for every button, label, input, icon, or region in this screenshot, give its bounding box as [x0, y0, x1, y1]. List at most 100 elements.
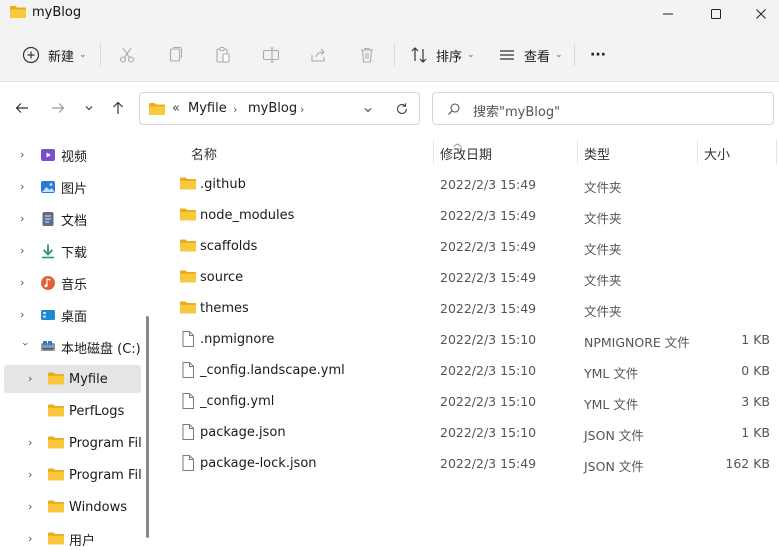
- folder-icon: [180, 239, 196, 252]
- breadcrumb-separator-icon[interactable]: ›: [233, 103, 237, 116]
- rename-icon: [262, 47, 280, 63]
- arrow-left-icon: [15, 103, 28, 113]
- share-button[interactable]: [308, 40, 330, 70]
- column-resize-handle[interactable]: [577, 140, 578, 164]
- file-row[interactable]: .npmignore 2022/2/3 15:10 NPMIGNORE 文件 1 KB: [170, 324, 779, 355]
- refresh-icon[interactable]: [395, 102, 409, 116]
- sidebar-item-label: 桌面: [61, 309, 88, 325]
- arrow-right-icon: [52, 103, 65, 113]
- folder-icon: [149, 103, 165, 115]
- chevron-right-icon[interactable]: ›: [20, 181, 30, 192]
- sidebar-item-desktop[interactable]: › 桌面: [4, 301, 141, 329]
- sidebar-item-videos[interactable]: › 视频: [4, 141, 141, 169]
- folder-icon: [180, 208, 196, 221]
- file-name: package.json: [200, 425, 286, 440]
- forward-button[interactable]: [46, 96, 70, 120]
- sidebar-item-label: 视频: [61, 149, 88, 165]
- sidebar-item-documents[interactable]: › 文档: [4, 205, 141, 233]
- file-row[interactable]: scaffolds 2022/2/3 15:49 文件夹: [170, 231, 779, 262]
- column-header-name[interactable]: 名称: [191, 144, 217, 163]
- file-name: .npmignore: [200, 332, 275, 347]
- chevron-right-icon[interactable]: ›: [28, 373, 38, 384]
- chevron-right-icon[interactable]: ›: [20, 245, 30, 256]
- close-button[interactable]: [738, 0, 779, 28]
- copy-button[interactable]: [164, 40, 186, 70]
- chevron-right-icon[interactable]: ›: [28, 533, 38, 544]
- file-row[interactable]: .github 2022/2/3 15:49 文件夹: [170, 169, 779, 200]
- file-row[interactable]: themes 2022/2/3 15:49 文件夹: [170, 293, 779, 324]
- column-header-date[interactable]: 修改日期: [440, 144, 492, 163]
- sidebar-item-program-files[interactable]: › Program Files: [4, 429, 141, 457]
- nav-pane-scrollbar[interactable]: [146, 316, 149, 538]
- view-button[interactable]: 查看 ⌄: [496, 40, 563, 70]
- address-bar[interactable]: « Myfile › myBlog ›: [139, 92, 420, 125]
- sort-button[interactable]: 排序 ⌄: [408, 40, 475, 70]
- recent-locations-button[interactable]: [77, 96, 101, 120]
- sidebar-item-windows[interactable]: › Windows: [4, 493, 141, 521]
- rename-button[interactable]: [260, 40, 282, 70]
- list-view-icon: [500, 50, 514, 60]
- file-row[interactable]: _config.yml 2022/2/3 15:10 YML 文件 3 KB: [170, 386, 779, 417]
- sidebar-item-label: Program Files (x86): [69, 467, 141, 483]
- file-row[interactable]: package.json 2022/2/3 15:10 JSON 文件 1 KB: [170, 417, 779, 448]
- chevron-right-icon[interactable]: ›: [20, 277, 30, 288]
- minimize-icon: [663, 13, 673, 15]
- search-box[interactable]: 搜索"myBlog": [432, 92, 774, 125]
- up-button[interactable]: [106, 96, 130, 120]
- sidebar-item-program-files-x86[interactable]: › Program Files (x86): [4, 461, 141, 489]
- back-button[interactable]: [10, 96, 34, 120]
- sort-icon: [411, 47, 427, 63]
- folder-icon: [48, 372, 64, 385]
- search-input[interactable]: 搜索"myBlog": [473, 101, 560, 120]
- sidebar-item-myfile[interactable]: › Myfile: [4, 365, 141, 393]
- file-row[interactable]: source 2022/2/3 15:49 文件夹: [170, 262, 779, 293]
- more-button[interactable]: ···: [590, 40, 606, 70]
- file-row[interactable]: _config.landscape.yml 2022/2/3 15:10 YML 文…: [170, 355, 779, 386]
- file-row[interactable]: package-lock.json 2022/2/3 15:49 JSON 文件 16…: [170, 448, 779, 479]
- column-resize-handle[interactable]: [433, 140, 434, 164]
- arrow-up-icon: [113, 101, 123, 114]
- sidebar-item-downloads[interactable]: › 下载: [4, 237, 141, 265]
- breadcrumb-myfile[interactable]: Myfile: [188, 101, 227, 116]
- breadcrumb-overflow[interactable]: «: [172, 101, 180, 116]
- title-bar: myBlog: [0, 0, 779, 28]
- column-header-size[interactable]: 大小: [704, 144, 730, 163]
- minimize-button[interactable]: [645, 0, 691, 28]
- file-type: JSON 文件: [584, 428, 644, 443]
- column-resize-handle[interactable]: [776, 140, 777, 164]
- file-type: 文件夹: [584, 273, 622, 288]
- column-resize-handle[interactable]: [697, 140, 698, 164]
- sidebar-item-local-disk[interactable]: › 本地磁盘 (C:): [4, 333, 141, 361]
- chevron-right-icon[interactable]: ›: [28, 501, 38, 512]
- chevron-down-icon[interactable]: [362, 104, 374, 116]
- breadcrumb-myblog[interactable]: myBlog: [248, 101, 297, 116]
- music-icon: [41, 276, 55, 290]
- chevron-down-icon: ⌄: [555, 50, 563, 60]
- sidebar-item-users[interactable]: › 用户: [4, 525, 141, 550]
- maximize-button[interactable]: [693, 0, 739, 28]
- chevron-down-icon[interactable]: ›: [19, 342, 32, 352]
- breadcrumb-separator-icon[interactable]: ›: [300, 103, 304, 116]
- file-icon: [182, 455, 194, 471]
- chevron-right-icon[interactable]: ›: [20, 309, 30, 320]
- chevron-right-icon[interactable]: ›: [28, 437, 38, 448]
- file-row[interactable]: node_modules 2022/2/3 15:49 文件夹: [170, 200, 779, 231]
- column-header-type[interactable]: 类型: [584, 144, 610, 163]
- maximize-icon: [711, 9, 721, 19]
- file-size: 0 KB: [741, 363, 770, 378]
- sidebar-item-pictures[interactable]: › 图片: [4, 173, 141, 201]
- sidebar-item-music[interactable]: › 音乐: [4, 269, 141, 297]
- delete-button[interactable]: [356, 40, 378, 70]
- file-modified-date: 2022/2/3 15:49: [440, 208, 537, 223]
- close-icon: [756, 9, 766, 19]
- divider: [100, 44, 101, 66]
- paste-button[interactable]: [212, 40, 234, 70]
- new-button[interactable]: 新建 ⌄: [20, 40, 87, 70]
- sidebar-item-perflogs[interactable]: PerfLogs: [4, 397, 141, 425]
- cut-button[interactable]: [116, 40, 138, 70]
- chevron-right-icon[interactable]: ›: [20, 149, 30, 160]
- chevron-right-icon[interactable]: ›: [28, 469, 38, 480]
- chevron-right-icon[interactable]: ›: [20, 213, 30, 224]
- folder-icon: [48, 404, 64, 417]
- clipboard-icon: [216, 46, 230, 63]
